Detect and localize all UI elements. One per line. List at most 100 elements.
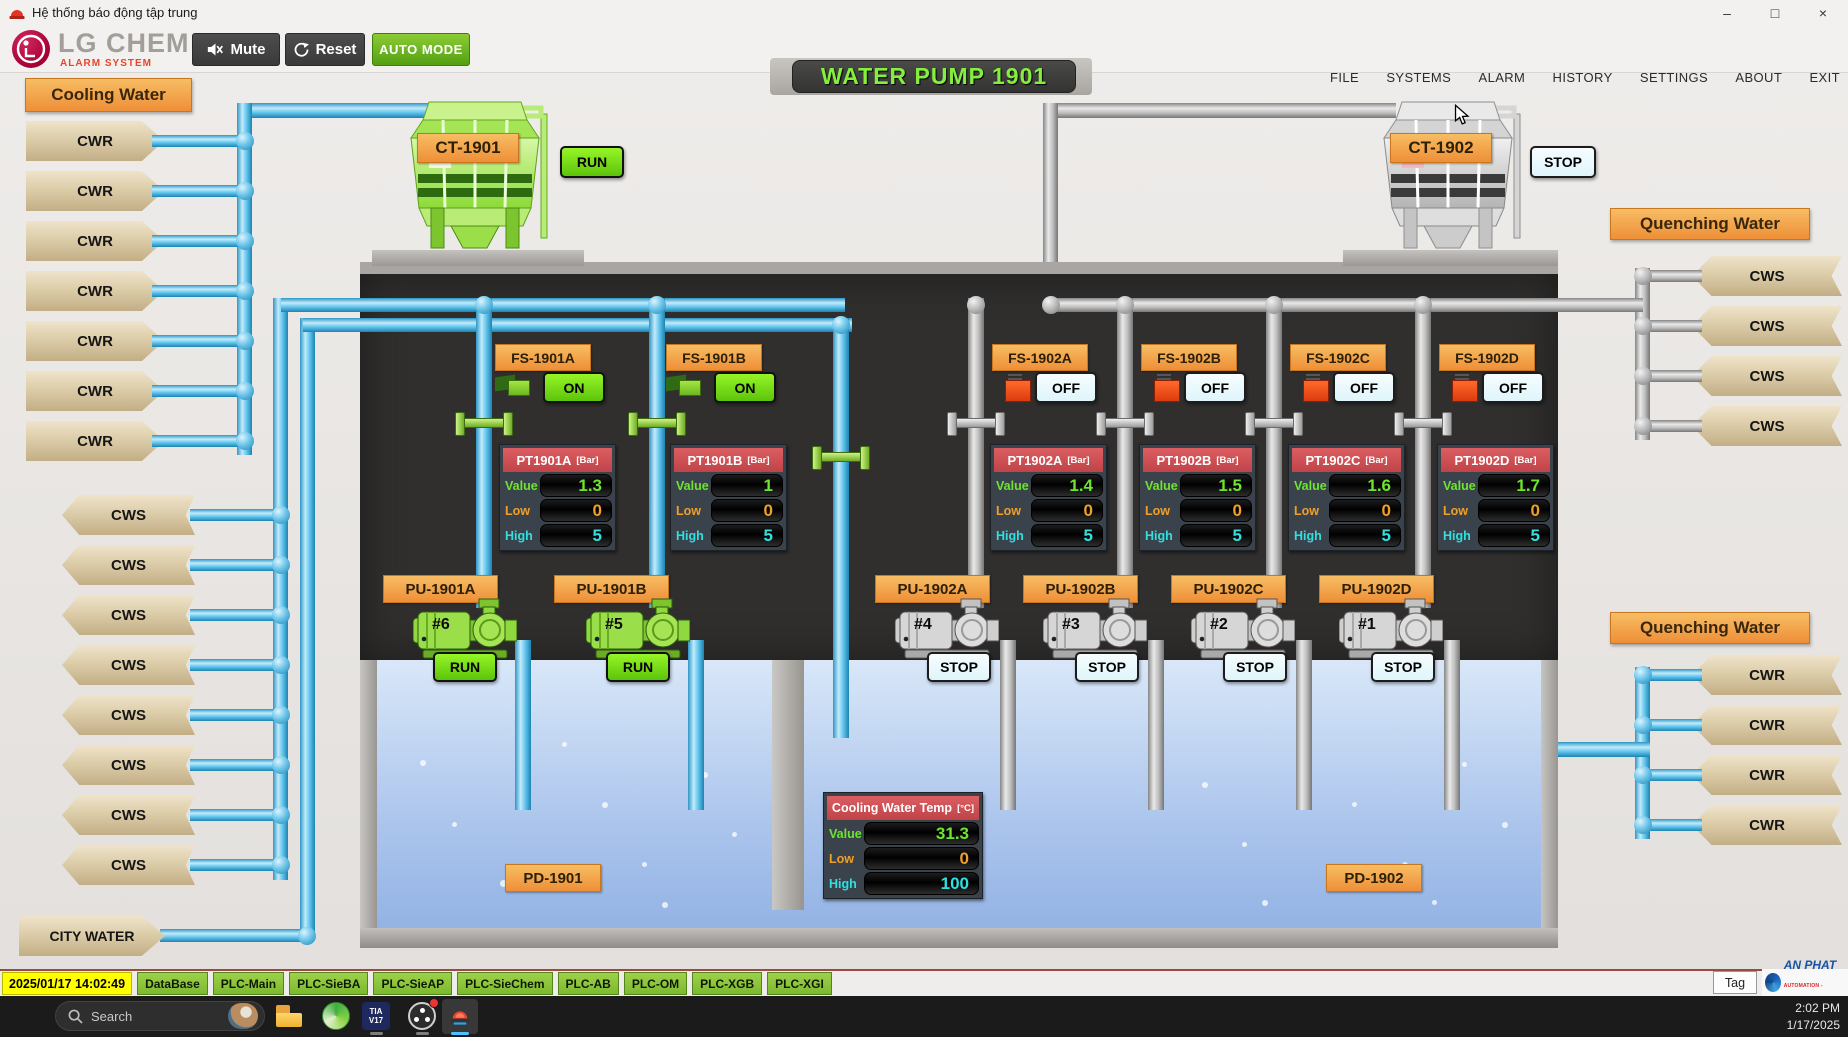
pipe-city-water-riser [300,318,315,940]
pipe-junction [1265,296,1283,314]
pipe-junction [967,296,985,314]
pu1901b-state-button[interactable]: RUN [606,652,670,682]
quench-cws-label: CWS [1692,256,1842,296]
tia-portal-icon[interactable]: TIAV17 [362,1002,390,1030]
pd-label: PD-1901 [505,864,601,892]
pipe-cwr-manifold [237,103,252,455]
basin-wall-left [360,660,377,948]
fs1902c-state-button[interactable]: OFF [1333,372,1395,403]
flow-switch-icon [1452,380,1478,402]
quench-cwr-label: CWR [1692,755,1842,795]
pump-number: #5 [605,616,623,634]
pt-id: PT1902B [1156,453,1211,468]
browser-icon[interactable] [322,1002,350,1030]
temp-panel: Cooling Water Temp[°C] Value31.3 Low0 Hi… [823,792,983,899]
plc-siechem-button[interactable]: PLC-SieChem [457,972,552,995]
brand-name: LG CHEM [58,28,190,59]
menu-settings[interactable]: SETTINGS [1638,66,1710,89]
close-button[interactable]: × [1800,0,1846,26]
pipe-pump5-discharge [688,640,704,810]
fs-label: FS-1902D [1439,344,1535,371]
menu-systems[interactable]: SYSTEMS [1384,66,1453,89]
pt-panel: PT1902C[Bar] Value1.6 Low0 High5 [1288,444,1405,551]
fs1901b-state-button[interactable]: ON [714,372,776,403]
pt-unit: [Bar] [1216,455,1238,466]
pipe-stub [1650,370,1702,382]
menu-history[interactable]: HISTORY [1551,66,1615,89]
plc-sieba-button[interactable]: PLC-SieBA [289,972,368,995]
pt-row-label: Value [674,479,711,493]
pump-icon [1339,598,1443,660]
menu-exit[interactable]: EXIT [1807,66,1842,89]
menu-about[interactable]: ABOUT [1733,66,1784,89]
plc-database-button[interactable]: DataBase [137,972,208,995]
fs-label: FS-1902A [992,344,1088,371]
fs1902b-state-button[interactable]: OFF [1184,372,1246,403]
pu1902c-state-button[interactable]: STOP [1223,652,1287,682]
obs-icon[interactable] [408,1002,436,1030]
auto-mode-button[interactable]: AUTO MODE [372,33,470,66]
active-indicator [451,1032,469,1035]
plc-xgi-button[interactable]: PLC-XGI [767,972,832,995]
window-titlebar: Hệ thống báo động tập trung – □ × [0,0,1848,26]
pipe-stub [190,659,282,671]
pipe-junction [272,556,290,574]
pt-row-label: High [994,529,1031,543]
pu1902a-state-button[interactable]: STOP [927,652,991,682]
menu-alarm[interactable]: ALARM [1477,66,1528,89]
pt-row-label: Value [1441,479,1478,493]
pt-id: PT1901A [516,453,571,468]
maximize-button[interactable]: □ [1752,0,1798,26]
alarm-siren-icon [8,5,26,21]
pipe-stub [1650,669,1702,681]
tag-button[interactable]: Tag [1713,971,1757,994]
pipe-supply-header-2 [303,318,852,332]
ct1901-run-button[interactable]: RUN [560,146,624,178]
plc-xgb-button[interactable]: PLC-XGB [692,972,762,995]
cws-label: CWS [62,645,195,685]
reset-button[interactable]: Reset [285,33,365,66]
folder-icon[interactable] [276,1005,304,1033]
auto-mode-label: AUTO MODE [379,42,463,57]
pipe-stub [152,235,244,247]
quench-cwr-label: CWR [1692,655,1842,695]
pipe-city-water-stub [160,929,306,942]
minimize-button[interactable]: – [1704,0,1750,26]
pu1902b-state-button[interactable]: STOP [1075,652,1139,682]
fs1902d-state-button[interactable]: OFF [1482,372,1544,403]
pipe-stub [152,435,244,447]
plc-main-button[interactable]: PLC-Main [213,972,284,995]
clock[interactable]: 2:02 PM 1/17/2025 [1735,1000,1840,1034]
pipe-stub [1650,320,1702,332]
ct1902-stop-button[interactable]: STOP [1530,146,1596,178]
pu1902d-state-button[interactable]: STOP [1371,652,1435,682]
plc-om-button[interactable]: PLC-OM [624,972,687,995]
cws-label: CWS [62,495,195,535]
fs1901a-state-button[interactable]: ON [543,372,605,403]
fs1902a-state-button[interactable]: OFF [1035,372,1097,403]
pt-panel: PT1902B[Bar] Value1.5 Low0 High5 [1139,444,1256,551]
pt-low: 0 [711,499,783,522]
pu1901a-state-button[interactable]: RUN [433,652,497,682]
pipe-junction [1634,417,1652,435]
menu-file[interactable]: FILE [1328,66,1361,89]
pt-row-label: Value [994,479,1031,493]
search-input[interactable]: Search [55,1001,265,1031]
plc-ab-button[interactable]: PLC-AB [558,972,619,995]
pipe-pump3-suction [1117,298,1133,608]
pipe-stub [1650,420,1702,432]
flow-switch-icon [1303,380,1329,402]
mute-button[interactable]: Mute [192,33,280,66]
pipe-stub [1650,819,1702,831]
pt-high: 5 [540,524,612,547]
basin-divider [772,660,804,910]
pt-id: PT1902A [1007,453,1062,468]
pt-row-label: Low [1441,504,1478,518]
plc-sieap-button[interactable]: PLC-SieAP [373,972,452,995]
temp-row-label: High [827,877,864,891]
temp-row-label: Low [827,852,864,866]
pipe-junction [236,182,254,200]
valve-icon [952,418,1000,428]
alarm-app-icon[interactable] [442,999,478,1034]
pt-unit: [Bar] [1514,455,1536,466]
